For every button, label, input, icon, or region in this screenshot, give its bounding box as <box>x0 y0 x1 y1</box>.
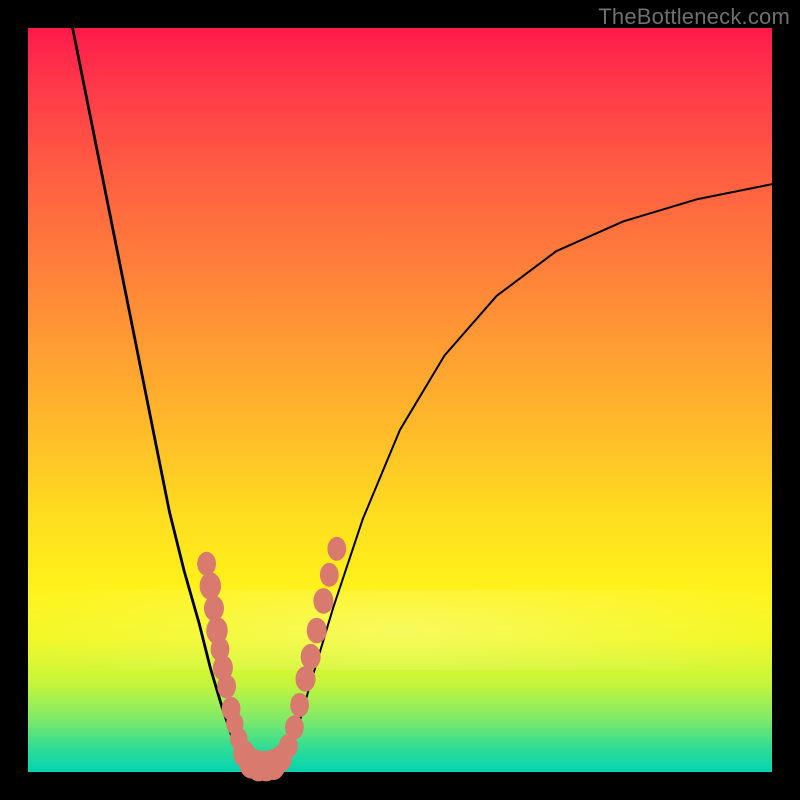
data-marker <box>290 693 309 717</box>
data-marker <box>296 666 316 692</box>
marker-layer <box>197 537 346 782</box>
watermark-text: TheBottleneck.com <box>598 4 790 30</box>
data-marker <box>313 588 333 614</box>
data-marker <box>307 618 327 644</box>
data-marker <box>320 563 339 587</box>
data-marker <box>217 674 236 698</box>
chart-frame: TheBottleneck.com <box>0 0 800 800</box>
right-curve <box>281 184 772 764</box>
data-marker <box>197 552 216 576</box>
data-marker <box>327 537 346 561</box>
data-marker <box>285 715 304 739</box>
chart-svg <box>28 28 772 772</box>
data-marker <box>301 644 321 670</box>
curve-layer <box>73 28 772 770</box>
data-marker <box>200 572 221 599</box>
data-marker <box>204 596 224 622</box>
